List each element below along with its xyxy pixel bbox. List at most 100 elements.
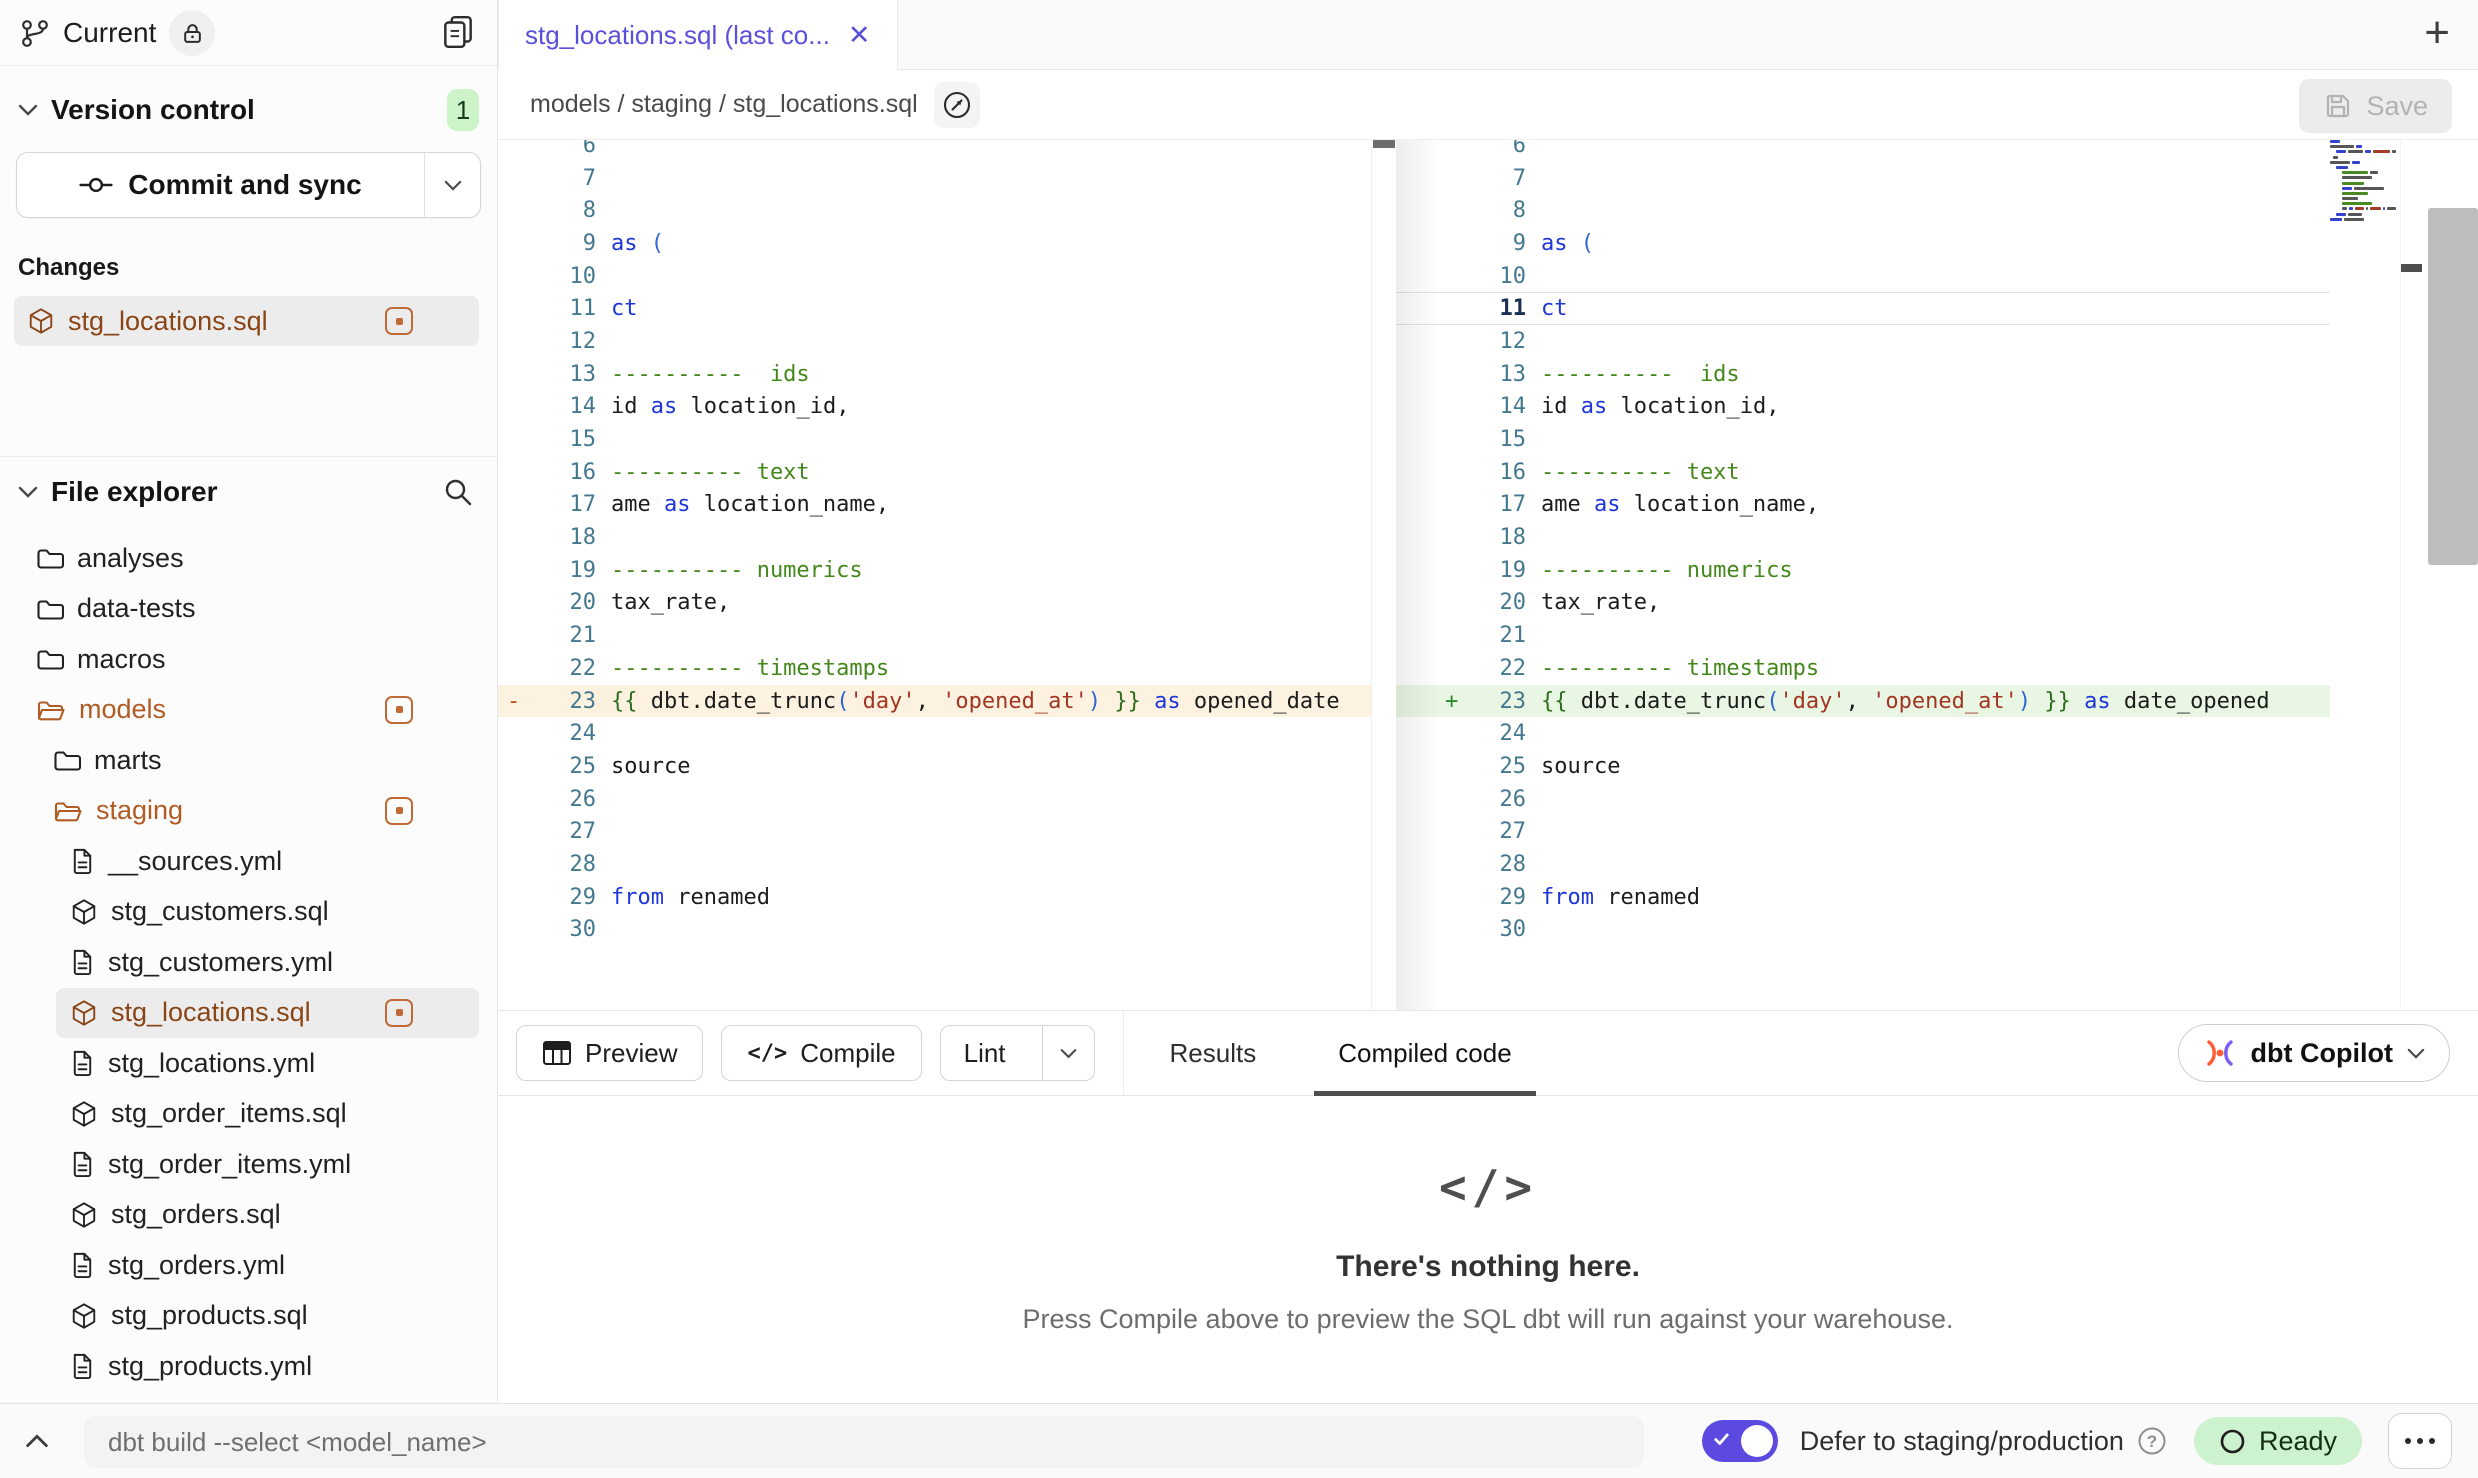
version-control-header[interactable]: Version control 1 bbox=[0, 82, 497, 138]
minimap[interactable] bbox=[2330, 140, 2396, 1010]
code-line-13[interactable]: 13---------- ids bbox=[498, 358, 1371, 391]
code-line-14[interactable]: 14id as location_id, bbox=[498, 391, 1371, 424]
tree-item-stg-order-items-yml[interactable]: stg_order_items.yml bbox=[56, 1139, 479, 1190]
commit-and-sync-button[interactable]: Commit and sync bbox=[16, 152, 481, 218]
code-line-29[interactable]: 29from renamed bbox=[498, 881, 1371, 914]
file-explorer-header[interactable]: File explorer bbox=[0, 463, 497, 521]
code-line-21[interactable]: 21 bbox=[1396, 619, 2330, 652]
tree-item-stg-customers-sql[interactable]: stg_customers.sql bbox=[56, 887, 479, 938]
code-line-10[interactable]: 10 bbox=[498, 260, 1371, 293]
chevron-up-icon[interactable] bbox=[0, 1434, 74, 1448]
code-line-8[interactable]: 8 bbox=[498, 194, 1371, 227]
code-line-13[interactable]: 13---------- ids bbox=[1396, 358, 2330, 391]
code-line-14[interactable]: 14id as location_id, bbox=[1396, 391, 2330, 424]
tree-item-stg-order-items-sql[interactable]: stg_order_items.sql bbox=[56, 1089, 479, 1140]
tree-item-marts[interactable]: marts bbox=[39, 735, 479, 786]
editor-scrollbar[interactable] bbox=[2426, 140, 2478, 1010]
command-input[interactable]: dbt build --select <model_name> bbox=[84, 1416, 1644, 1468]
close-icon[interactable]: ✕ bbox=[848, 22, 871, 49]
code-line-27[interactable]: 27 bbox=[1396, 815, 2330, 848]
code-line-15[interactable]: 15 bbox=[498, 423, 1371, 456]
code-line-23[interactable]: +23{{ dbt.date_trunc('day', 'opened_at')… bbox=[1396, 685, 2330, 718]
code-line-25[interactable]: 25source bbox=[1396, 750, 2330, 783]
more-options-button[interactable] bbox=[2388, 1413, 2452, 1469]
code-line-11[interactable]: 11ct bbox=[1396, 292, 2330, 325]
code-line-20[interactable]: 20tax_rate, bbox=[498, 587, 1371, 620]
tree-item-stg-locations-yml[interactable]: stg_locations.yml bbox=[56, 1038, 479, 1089]
code-line-19[interactable]: 19---------- numerics bbox=[1396, 554, 2330, 587]
save-button[interactable]: Save bbox=[2299, 79, 2452, 133]
code-line-7[interactable]: 7 bbox=[498, 162, 1371, 195]
code-line-9[interactable]: 9as ( bbox=[498, 227, 1371, 260]
code-line-23[interactable]: -23{{ dbt.date_trunc('day', 'opened_at')… bbox=[498, 685, 1371, 718]
tree-item--sources-yml[interactable]: __sources.yml bbox=[56, 836, 479, 887]
new-tab-button[interactable]: + bbox=[2424, 8, 2450, 58]
code-line-20[interactable]: 20tax_rate, bbox=[1396, 587, 2330, 620]
tab-results[interactable]: Results bbox=[1134, 1010, 1293, 1096]
left-pane-scrollbar[interactable] bbox=[1371, 140, 1396, 1010]
code-line-6[interactable]: 6 bbox=[498, 140, 1371, 162]
code-line-17[interactable]: 17ame as location_name, bbox=[498, 489, 1371, 522]
tree-item-stg-customers-yml[interactable]: stg_customers.yml bbox=[56, 937, 479, 988]
tree-item-staging[interactable]: staging bbox=[39, 786, 479, 837]
code-line-12[interactable]: 12 bbox=[498, 325, 1371, 358]
diff-pane-original[interactable]: 6789as (1011ct1213---------- ids14id as … bbox=[498, 140, 1371, 1010]
compass-button[interactable] bbox=[934, 82, 980, 128]
preview-button[interactable]: Preview bbox=[516, 1025, 703, 1081]
code-line-28[interactable]: 28 bbox=[1396, 848, 2330, 881]
code-line-8[interactable]: 8 bbox=[1396, 194, 2330, 227]
code-line-18[interactable]: 18 bbox=[498, 521, 1371, 554]
code-line-29[interactable]: 29from renamed bbox=[1396, 881, 2330, 914]
compile-button[interactable]: </> Compile bbox=[721, 1025, 921, 1081]
tree-item-models[interactable]: models bbox=[22, 685, 479, 736]
lint-dropdown[interactable] bbox=[1042, 1026, 1094, 1080]
code-line-10[interactable]: 10 bbox=[1396, 260, 2330, 293]
copy-icon[interactable] bbox=[439, 13, 477, 51]
code-line-12[interactable]: 12 bbox=[1396, 325, 2330, 358]
code-line-7[interactable]: 7 bbox=[1396, 162, 2330, 195]
code-line-21[interactable]: 21 bbox=[498, 619, 1371, 652]
tree-item-data-tests[interactable]: data-tests bbox=[22, 584, 479, 635]
tree-item-macros[interactable]: macros bbox=[22, 634, 479, 685]
tree-item-stg-locations-sql[interactable]: stg_locations.sql bbox=[56, 988, 479, 1039]
tree-item-stg-products-sql[interactable]: stg_products.sql bbox=[56, 1291, 479, 1342]
commit-options-dropdown[interactable] bbox=[424, 153, 480, 217]
tree-item-analyses[interactable]: analyses bbox=[22, 533, 479, 584]
code-line-6[interactable]: 6 bbox=[1396, 140, 2330, 162]
changed-file-stg-locations[interactable]: stg_locations.sql bbox=[14, 296, 479, 346]
code-line-16[interactable]: 16---------- text bbox=[1396, 456, 2330, 489]
search-icon[interactable] bbox=[443, 477, 473, 507]
code-line-17[interactable]: 17ame as location_name, bbox=[1396, 489, 2330, 522]
code-line-19[interactable]: 19---------- numerics bbox=[498, 554, 1371, 587]
tree-item-stg-orders-yml[interactable]: stg_orders.yml bbox=[56, 1240, 479, 1291]
code-line-27[interactable]: 27 bbox=[498, 815, 1371, 848]
code-line-26[interactable]: 26 bbox=[498, 783, 1371, 816]
tab-compiled-code[interactable]: Compiled code bbox=[1302, 1010, 1547, 1096]
tree-item-stg-products-yml[interactable]: stg_products.yml bbox=[56, 1341, 479, 1392]
code-line-30[interactable]: 30 bbox=[1396, 914, 2330, 947]
code-line-22[interactable]: 22---------- timestamps bbox=[1396, 652, 2330, 685]
code-line-18[interactable]: 18 bbox=[1396, 521, 2330, 554]
dbt-copilot-button[interactable]: dbt Copilot bbox=[2178, 1024, 2450, 1082]
code-line-25[interactable]: 25source bbox=[498, 750, 1371, 783]
code-line-28[interactable]: 28 bbox=[498, 848, 1371, 881]
status-badge[interactable]: Ready bbox=[2194, 1417, 2362, 1465]
diff-pane-modified[interactable]: 6789as (1011ct1213---------- ids14id as … bbox=[1396, 140, 2330, 1010]
code-line-24[interactable]: 24 bbox=[498, 717, 1371, 750]
code-line-11[interactable]: 11ct bbox=[498, 292, 1371, 325]
scrollbar-thumb[interactable] bbox=[1373, 140, 1395, 148]
tab-stg-locations[interactable]: stg_locations.sql (last co... ✕ bbox=[498, 0, 898, 71]
lint-button[interactable]: Lint bbox=[940, 1025, 1095, 1081]
code-line-16[interactable]: 16---------- text bbox=[498, 456, 1371, 489]
tree-item-stg-orders-sql[interactable]: stg_orders.sql bbox=[56, 1190, 479, 1241]
code-line-26[interactable]: 26 bbox=[1396, 783, 2330, 816]
code-line-15[interactable]: 15 bbox=[1396, 423, 2330, 456]
code-line-9[interactable]: 9as ( bbox=[1396, 227, 2330, 260]
code-line-30[interactable]: 30 bbox=[498, 914, 1371, 947]
defer-toggle[interactable] bbox=[1702, 1420, 1778, 1462]
help-icon[interactable]: ? bbox=[2136, 1425, 2168, 1457]
scrollbar-thumb[interactable] bbox=[2428, 208, 2478, 565]
diff-editor[interactable]: 6789as (1011ct1213---------- ids14id as … bbox=[498, 140, 2478, 1010]
code-line-22[interactable]: 22---------- timestamps bbox=[498, 652, 1371, 685]
code-line-24[interactable]: 24 bbox=[1396, 717, 2330, 750]
